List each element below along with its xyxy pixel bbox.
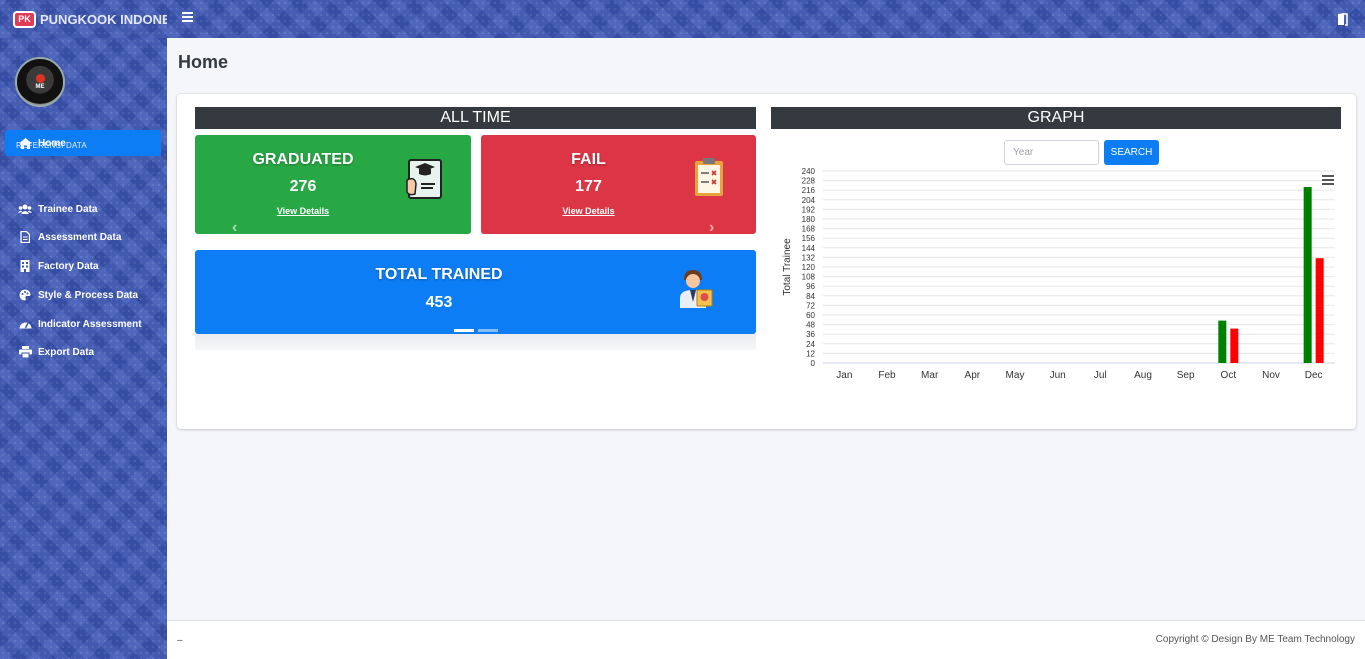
bar [1230,328,1239,363]
y-tick-label: 48 [806,321,815,330]
brand-logo: PK [13,10,36,28]
fail-value: 177 [575,178,602,195]
y-tick-label: 144 [802,244,816,253]
carousel-next-icon[interactable]: › [709,219,714,237]
gauge-icon [18,318,32,330]
y-tick-label: 84 [806,292,815,301]
x-tick-label: Apr [965,370,981,381]
y-tick-label: 0 [811,359,816,368]
sidebar-item-label: Assessment Data [38,231,122,243]
y-tick-label: 240 [802,167,816,176]
avatar: ME [15,57,65,107]
y-tick-label: 204 [802,196,816,205]
sidebar-item-assessment-data[interactable]: Assessment Data [5,224,161,250]
sidebar-item-label: Indicator Assessment [38,318,142,330]
y-tick-label: 180 [802,215,816,224]
sidebar-item-label: Trainee Data [38,203,98,215]
year-input[interactable] [1004,140,1099,165]
y-tick-label: 120 [802,263,816,272]
fail-view-details-link[interactable]: View Details [481,206,696,216]
avatar-text: ME [35,84,45,90]
sidebar-item-label: Export Data [38,346,95,358]
building-icon [18,260,32,272]
graduate-certificate-icon [405,158,443,205]
y-tick-label: 96 [806,282,815,291]
graduated-title: GRADUATED [252,151,354,168]
graduated-view-details-link[interactable]: View Details [195,206,411,216]
logout-icon[interactable] [1336,12,1350,26]
total-trained-card: TOTAL TRAINED 453 [195,250,756,334]
file-icon [18,231,32,243]
sidebar-item-label: Style & Process Data [38,289,139,301]
sidebar-item-export-data[interactable]: Export Data [5,339,161,365]
y-tick-label: 192 [802,205,816,214]
sidebar-item-trainee-data[interactable]: Trainee Data [5,196,161,222]
sidebar-section-header: REFERENSI DATA [16,141,87,150]
bar [1218,320,1227,363]
y-tick-label: 12 [806,349,815,358]
y-tick-label: 132 [802,253,816,262]
y-tick-label: 72 [806,301,815,310]
fail-title: FAIL [571,151,606,168]
y-tick-label: 216 [802,186,816,195]
x-tick-label: Nov [1262,370,1280,381]
footer-left-text: – [177,635,183,646]
graph-header: GRAPH [771,107,1341,129]
brand-name: PUNGKOOK INDONESIA [40,11,167,27]
clipboard-icon [694,157,724,202]
top-navbar [0,0,1365,38]
y-tick-label: 108 [802,273,816,282]
sidebar-item-factory-data[interactable]: Factory Data [5,253,161,279]
x-tick-label: Jun [1050,370,1066,381]
y-tick-label: 228 [802,177,816,186]
users-icon [18,203,32,215]
bar [1315,258,1324,363]
sidebar-item-style-process-data[interactable]: Style & Process Data [5,282,161,308]
total-trained-title: TOTAL TRAINED [375,266,503,283]
y-tick-label: 36 [806,330,815,339]
x-tick-label: Aug [1134,370,1152,381]
x-tick-label: Oct [1221,370,1237,381]
graduated-value: 276 [289,178,317,195]
palette-icon [18,289,32,301]
footer-copyright: Copyright © Design By ME Team Technology [1155,634,1355,645]
sidebar-item-label: Factory Data [38,260,99,272]
carousel-prev-icon[interactable]: ‹ [232,219,237,237]
y-tick-label: 156 [802,234,816,243]
carousel-indicator-1[interactable] [454,329,474,332]
x-tick-label: Dec [1305,370,1323,381]
x-tick-label: Jan [836,370,852,381]
y-tick-label: 24 [806,340,815,349]
trainee-certificate-icon [678,268,714,313]
print-icon [18,346,32,358]
x-tick-label: Feb [878,370,896,381]
hamburger-menu-icon[interactable] [182,12,193,24]
total-trained-value: 453 [425,294,453,311]
y-tick-label: 60 [806,311,815,320]
x-tick-label: Sep [1177,370,1195,381]
all-time-header: ALL TIME [195,107,756,129]
y-tick-label: 168 [802,225,816,234]
trainee-chart: 0122436486072849610812013214415616818019… [782,167,1335,381]
footer: – Copyright © Design By ME Team Technolo… [167,620,1365,659]
search-button[interactable]: SEARCH [1104,140,1159,165]
carousel-indicator-2[interactable] [478,329,498,332]
bar [1303,187,1312,363]
page-title: Home [178,52,229,72]
chart-menu-icon[interactable] [1322,175,1334,185]
x-tick-label: Mar [921,370,939,381]
x-tick-label: Jul [1094,370,1107,381]
carousel-shadow [195,334,756,350]
x-tick-label: May [1006,370,1025,381]
y-axis-label: Total Trainee [782,238,793,296]
sidebar-item-indicator-assessment[interactable]: Indicator Assessment [5,311,161,337]
brand[interactable]: PK PUNGKOOK INDONESIA [0,0,167,38]
fail-card: FAIL 177 View Details [481,135,756,234]
